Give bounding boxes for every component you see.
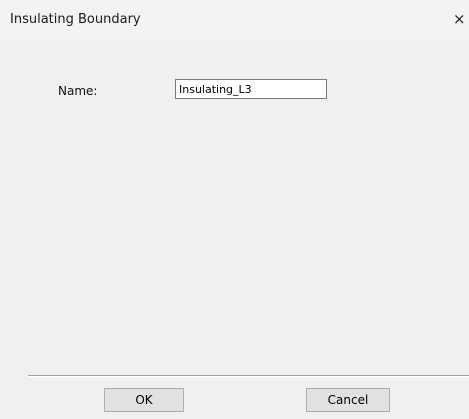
ok-button[interactable]: OK xyxy=(104,388,184,412)
button-separator xyxy=(28,375,469,377)
close-icon[interactable]: × xyxy=(453,8,469,30)
name-label: Name: xyxy=(58,84,98,98)
title-bar[interactable]: Insulating Boundary × xyxy=(0,0,469,40)
cancel-button[interactable]: Cancel xyxy=(306,388,390,412)
insulating-boundary-dialog: Insulating Boundary × Name: OK Cancel xyxy=(0,0,469,419)
name-field[interactable] xyxy=(175,79,327,99)
window-title: Insulating Boundary xyxy=(10,12,141,27)
